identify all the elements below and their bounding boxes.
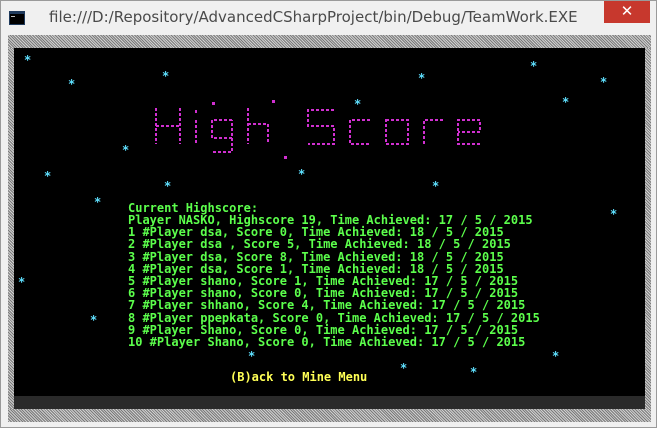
close-icon: ✕ bbox=[620, 2, 634, 20]
star-icon: * bbox=[164, 179, 172, 193]
hatched-border-top bbox=[8, 35, 651, 48]
console-frame: * * * * * * * * * * * * * * * * * * * * … bbox=[8, 35, 651, 422]
star-icon: * bbox=[94, 195, 102, 209]
high-score-banner bbox=[155, 100, 481, 159]
console-app-icon bbox=[9, 11, 25, 25]
close-button[interactable]: ✕ bbox=[604, 1, 650, 23]
console-area: * * * * * * * * * * * * * * * * * * * * … bbox=[14, 48, 645, 396]
star-icon: * bbox=[248, 349, 256, 363]
back-to-main-menu-option[interactable]: (B)ack to Mine Menu bbox=[230, 371, 367, 383]
star-icon: * bbox=[68, 77, 76, 91]
title-bar[interactable]: file:///D:/Repository/AdvancedCSharpProj… bbox=[1, 1, 656, 35]
highscore-entry-3: 3 #Player dsa, Score 8, Time Achieved: 1… bbox=[128, 249, 504, 264]
star-icon: * bbox=[24, 53, 32, 67]
highscore-entry-8: 8 #Player ppepkata, Score 0, Time Achiev… bbox=[128, 310, 540, 325]
window-title: file:///D:/Repository/AdvancedCSharpProj… bbox=[49, 8, 578, 26]
star-icon: * bbox=[162, 69, 170, 83]
star-icon: * bbox=[122, 143, 130, 157]
highscore-entry-2: 2 #Player dsa , Score 5, Time Achieved: … bbox=[128, 237, 511, 252]
star-icon: * bbox=[418, 71, 426, 85]
star-icon: * bbox=[552, 349, 560, 363]
star-icon: * bbox=[610, 207, 618, 221]
star-icon: * bbox=[562, 95, 570, 109]
star-icon: * bbox=[432, 179, 440, 193]
highscore-entry-10: 10 #Player Shano, Score 0, Time Achieved… bbox=[128, 335, 526, 350]
star-icon: * bbox=[400, 361, 408, 375]
highscore-list: Player NASKO, Highscore 19, Time Achieve… bbox=[128, 214, 540, 348]
star-icon: * bbox=[600, 75, 608, 89]
star-icon: * bbox=[470, 365, 478, 379]
star-icon: * bbox=[90, 313, 98, 327]
highscore-entry-7: 7 #Player shhano, Score 4, Time Achieved… bbox=[128, 298, 526, 313]
star-icon: * bbox=[298, 167, 306, 181]
star-icon: * bbox=[44, 169, 52, 183]
console-window: file:///D:/Repository/AdvancedCSharpProj… bbox=[0, 0, 657, 428]
star-icon: * bbox=[530, 59, 538, 73]
hatched-border-bottom bbox=[8, 409, 651, 422]
star-icon: * bbox=[18, 275, 26, 289]
hatched-border-right bbox=[645, 48, 651, 409]
